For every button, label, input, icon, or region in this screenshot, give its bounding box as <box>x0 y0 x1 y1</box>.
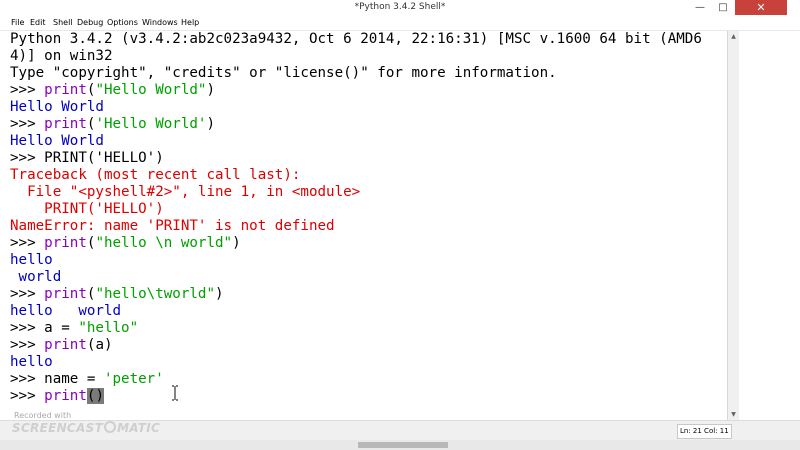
paren: ) <box>103 337 113 353</box>
shell-text-area[interactable]: Python 3.4.2 (v3.4.2:ab2c023a9432, Oct 6… <box>0 31 727 420</box>
maximize-button[interactable]: □ <box>712 0 734 15</box>
shell-banner-version: Python 3.4.2 (v3.4.2:ab2c023a9432, Oct 6… <box>10 31 702 64</box>
prompt: >>> <box>10 320 45 336</box>
paren: ) <box>215 286 224 302</box>
prompt: >>> <box>10 286 45 302</box>
cursor-position-readout: Ln: 21 Col: 11 <box>677 424 732 439</box>
prompt: >>> <box>10 150 45 166</box>
shell-error-line: PRINT('HELLO') <box>10 201 164 217</box>
string-literal: "hello \n world" <box>95 235 233 251</box>
scroll-down-icon[interactable]: ▼ <box>728 409 739 420</box>
menu-edit[interactable]: Edit <box>30 15 46 30</box>
menu-shell[interactable]: Shell <box>53 15 73 30</box>
shell-current-input[interactable]: >>> print() <box>10 388 104 405</box>
keyword-print: print <box>44 337 87 353</box>
shell-banner-info: Type "copyright", "credits" or "license(… <box>10 65 557 81</box>
window-title: *Python 3.4.2 Shell* <box>354 2 446 12</box>
paren: ) <box>206 82 216 98</box>
shell-output-line: Hello World <box>10 133 104 149</box>
menu-file[interactable]: File <box>11 15 24 30</box>
paren-match-highlight: () <box>86 388 104 404</box>
shell-input-line: >>> print(a) <box>10 337 113 354</box>
horizontal-scrollbar[interactable] <box>0 440 800 450</box>
prompt: >>> <box>10 337 45 353</box>
vertical-scrollbar[interactable]: ▲ ▼ <box>727 31 739 420</box>
keyword-print: print <box>44 235 87 251</box>
shell-error-line: File "<pyshell#2>", line 1, in <module> <box>10 184 361 200</box>
close-button[interactable]: ✕ <box>735 0 787 15</box>
shell-input-line: >>> PRINT('HELLO') <box>10 150 164 167</box>
minimize-icon: — <box>695 2 705 13</box>
shell-input-line: >>> print("hello \n world") <box>10 235 241 252</box>
text-cursor-icon <box>172 385 178 401</box>
keyword-print: print <box>44 388 87 404</box>
menu-windows[interactable]: Windows <box>142 15 178 30</box>
string-literal: 'Hello World' <box>95 116 207 132</box>
string-literal: 'peter' <box>103 371 164 387</box>
idle-shell-window: *Python 3.4.2 Shell* — □ ✕ File Edit She… <box>0 0 800 450</box>
menu-bar: File Edit Shell Debug Options Windows He… <box>0 15 800 31</box>
argument: a <box>95 337 104 353</box>
paren: ) <box>232 235 241 251</box>
paren: ) <box>206 116 216 132</box>
shell-output-line: hello world <box>10 303 122 319</box>
shell-input-line: >>> print('Hello World') <box>10 116 215 133</box>
string-literal: "hello" <box>78 320 139 336</box>
prompt: >>> <box>10 371 45 387</box>
shell-input-line: >>> print("Hello World") <box>10 82 215 99</box>
shell-input-line: >>> print("hello\tworld") <box>10 286 224 303</box>
command-text: name = <box>44 371 104 387</box>
menu-debug[interactable]: Debug <box>77 15 103 30</box>
title-bar[interactable]: *Python 3.4.2 Shell* — □ ✕ <box>0 0 800 15</box>
menu-help[interactable]: Help <box>181 15 199 30</box>
keyword-print: print <box>44 116 87 132</box>
shell-output-line: hello <box>10 354 53 370</box>
keyword-print: print <box>44 286 87 302</box>
shell-error-line: Traceback (most recent call last): <box>10 167 301 183</box>
maximize-icon: □ <box>718 2 728 13</box>
shell-error-line: NameError: name 'PRINT' is not defined <box>10 218 335 234</box>
close-icon: ✕ <box>756 1 766 14</box>
minimize-button[interactable]: — <box>689 0 711 15</box>
keyword-print: print <box>44 82 87 98</box>
scrollbar-thumb[interactable] <box>358 442 448 448</box>
command-text: PRINT('HELLO') <box>44 150 164 166</box>
prompt: >>> <box>10 82 45 98</box>
string-literal: "hello\tworld" <box>95 286 216 302</box>
shell-output-line: world <box>10 269 62 285</box>
shell-output-line: hello <box>10 252 53 268</box>
scroll-up-icon[interactable]: ▲ <box>728 31 739 42</box>
prompt: >>> <box>10 116 45 132</box>
prompt: >>> <box>10 388 45 404</box>
shell-output-line: Hello World <box>10 99 104 115</box>
shell-input-line: >>> a = "hello" <box>10 320 138 337</box>
string-literal: "Hello World" <box>95 82 207 98</box>
prompt: >>> <box>10 235 45 251</box>
shell-input-line: >>> name = 'peter' <box>10 371 164 388</box>
menu-options[interactable]: Options <box>107 15 138 30</box>
status-bar: Ln: 21 Col: 11 <box>0 420 800 441</box>
command-text: a = <box>44 320 79 336</box>
